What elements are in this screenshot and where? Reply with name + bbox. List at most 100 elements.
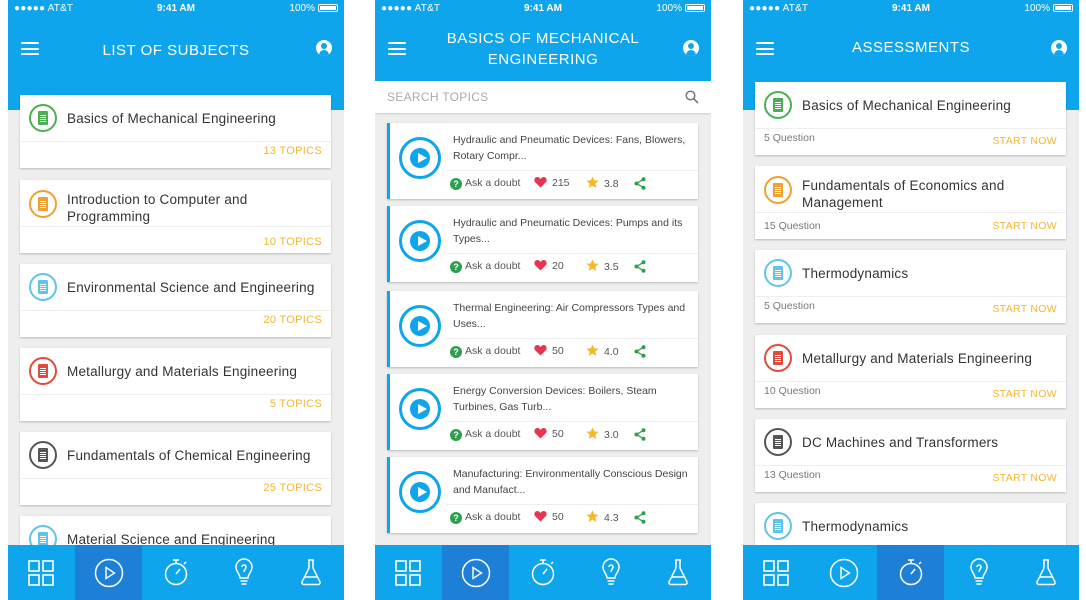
topics-screen: ●●●●● AT&T 9:41 AM 100% BASICS OF MECHAN… xyxy=(375,0,711,600)
play-button[interactable] xyxy=(399,305,441,347)
nav-tab-flask[interactable] xyxy=(277,545,344,600)
profile-icon[interactable] xyxy=(316,40,332,56)
star-icon xyxy=(586,510,599,522)
start-now-button[interactable]: START NOW xyxy=(992,388,1057,400)
ask-doubt-button[interactable]: ? Ask a doubt xyxy=(450,177,520,190)
status-bar: ●●●●● AT&T 9:41 AM 100% xyxy=(743,0,1079,16)
ask-doubt-button[interactable]: ? Ask a doubt xyxy=(450,345,520,358)
nav-tab-lightbulb[interactable] xyxy=(945,545,1012,600)
play-icon xyxy=(418,321,427,331)
play-button[interactable] xyxy=(399,388,441,430)
play-button[interactable] xyxy=(399,137,441,179)
status-bar: ●●●●● AT&T 9:41 AM 100% xyxy=(8,0,344,16)
document-icon xyxy=(764,259,792,287)
nav-tab-flask[interactable] xyxy=(1012,545,1079,600)
card-divider xyxy=(755,128,1066,129)
rating: 4.3 xyxy=(586,510,619,524)
search-bar xyxy=(375,81,711,113)
nav-tab-play-circle[interactable] xyxy=(442,545,510,600)
start-now-button[interactable]: START NOW xyxy=(992,303,1057,315)
battery-indicator: 100% xyxy=(289,3,338,14)
video-topic-card[interactable]: Manufacturing: Environmentally Conscious… xyxy=(387,457,698,533)
subject-card[interactable]: Environmental Science and Engineering 20 … xyxy=(20,264,331,337)
document-icon xyxy=(29,441,57,469)
subject-card[interactable]: Introduction to Computer and Programming… xyxy=(20,180,331,253)
ask-doubt-button[interactable]: ? Ask a doubt xyxy=(450,428,520,441)
start-now-button[interactable]: START NOW xyxy=(992,135,1057,147)
share-button[interactable] xyxy=(634,260,646,276)
subject-card[interactable]: Metallurgy and Materials Engineering 5 TO… xyxy=(20,348,331,421)
nav-tab-grid[interactable] xyxy=(8,545,75,600)
share-icon xyxy=(634,177,646,190)
video-topic-card[interactable]: Hydraulic and Pneumatic Devices: Pumps a… xyxy=(387,206,698,282)
page-title: BASICS OF MECHANICAL ENGINEERING xyxy=(446,30,640,68)
heart-icon xyxy=(534,345,547,356)
share-button[interactable] xyxy=(634,177,646,193)
assessment-card[interactable]: DC Machines and Transformers 13 Question S… xyxy=(755,419,1066,492)
video-topic-card[interactable]: Hydraulic and Pneumatic Devices: Fans, B… xyxy=(387,123,698,199)
assessment-card[interactable]: Metallurgy and Materials Engineering 10 Q… xyxy=(755,335,1066,408)
subject-card[interactable]: Fundamentals of Chemical Engineering 25 T… xyxy=(20,432,331,505)
question-count: 15 Question xyxy=(764,220,821,232)
assessment-card[interactable]: Fundamentals of Economics and Management… xyxy=(755,166,1066,239)
document-icon xyxy=(764,512,792,540)
likes: 215 xyxy=(534,176,570,189)
video-meta: ? Ask a doubt 215 3.8 xyxy=(450,176,695,192)
share-button[interactable] xyxy=(634,428,646,444)
share-icon xyxy=(634,260,646,273)
battery-icon xyxy=(1053,4,1073,12)
nav-tab-flask[interactable] xyxy=(644,545,711,600)
nav-tab-grid[interactable] xyxy=(375,545,442,600)
start-now-button[interactable]: START NOW xyxy=(992,220,1057,232)
status-bar: ●●●●● AT&T 9:41 AM 100% xyxy=(375,0,711,16)
video-topic-card[interactable]: Energy Conversion Devices: Boilers, Stea… xyxy=(387,374,698,450)
card-divider xyxy=(446,170,698,171)
topics-count-link[interactable]: 25 TOPICS xyxy=(263,482,322,494)
question-icon: ? xyxy=(450,346,462,358)
topics-count-link[interactable]: 13 TOPICS xyxy=(263,145,322,157)
search-input[interactable] xyxy=(387,87,667,107)
heart-icon xyxy=(534,260,547,271)
topics-count-link[interactable]: 5 TOPICS xyxy=(270,398,322,410)
nav-tab-play-circle[interactable] xyxy=(810,545,877,600)
play-icon xyxy=(418,487,427,497)
card-divider xyxy=(446,421,698,422)
video-meta: ? Ask a doubt 50 4.0 xyxy=(450,344,695,360)
assessment-card[interactable]: Thermodynamics 5 Question START NOW xyxy=(755,250,1066,323)
assessment-name: Metallurgy and Materials Engineering xyxy=(802,351,1033,366)
profile-icon[interactable] xyxy=(683,40,699,56)
menu-icon[interactable] xyxy=(21,42,39,55)
assessment-name: Thermodynamics xyxy=(802,266,909,281)
play-button[interactable] xyxy=(399,471,441,513)
topics-count-link[interactable]: 10 TOPICS xyxy=(263,236,322,248)
menu-icon[interactable] xyxy=(756,42,774,55)
assessment-card[interactable]: Basics of Mechanical Engineering 5 Questi… xyxy=(755,82,1066,155)
ask-doubt-button[interactable]: ? Ask a doubt xyxy=(450,260,520,273)
video-topic-card[interactable]: Thermal Engineering: Air Compressors Typ… xyxy=(387,291,698,367)
ask-doubt-button[interactable]: ? Ask a doubt xyxy=(450,511,520,524)
search-icon[interactable] xyxy=(685,90,699,104)
nav-tab-grid[interactable] xyxy=(743,545,810,600)
topics-count-link[interactable]: 20 TOPICS xyxy=(263,314,322,326)
play-button[interactable] xyxy=(399,220,441,262)
nav-tab-lightbulb[interactable] xyxy=(210,545,277,600)
menu-icon[interactable] xyxy=(388,42,406,55)
profile-icon[interactable] xyxy=(1051,40,1067,56)
nav-tab-stopwatch[interactable] xyxy=(142,545,209,600)
video-title: Manufacturing: Environmentally Conscious… xyxy=(453,468,688,496)
nav-tab-stopwatch[interactable] xyxy=(509,545,576,600)
document-icon xyxy=(764,428,792,456)
share-button[interactable] xyxy=(634,345,646,361)
rating-value: 4.0 xyxy=(604,346,619,358)
share-button[interactable] xyxy=(634,511,646,527)
start-now-button[interactable]: START NOW xyxy=(992,472,1057,484)
card-divider xyxy=(755,465,1066,466)
nav-tab-lightbulb[interactable] xyxy=(577,545,644,600)
heart-icon xyxy=(534,428,547,439)
nav-tab-stopwatch[interactable] xyxy=(877,545,945,600)
document-icon xyxy=(29,273,57,301)
video-title: Energy Conversion Devices: Boilers, Stea… xyxy=(453,385,657,413)
nav-tab-play-circle[interactable] xyxy=(75,545,143,600)
video-meta: ? Ask a doubt 50 3.0 xyxy=(450,427,695,443)
subject-card[interactable]: Basics of Mechanical Engineering 13 TOPIC… xyxy=(20,95,331,168)
